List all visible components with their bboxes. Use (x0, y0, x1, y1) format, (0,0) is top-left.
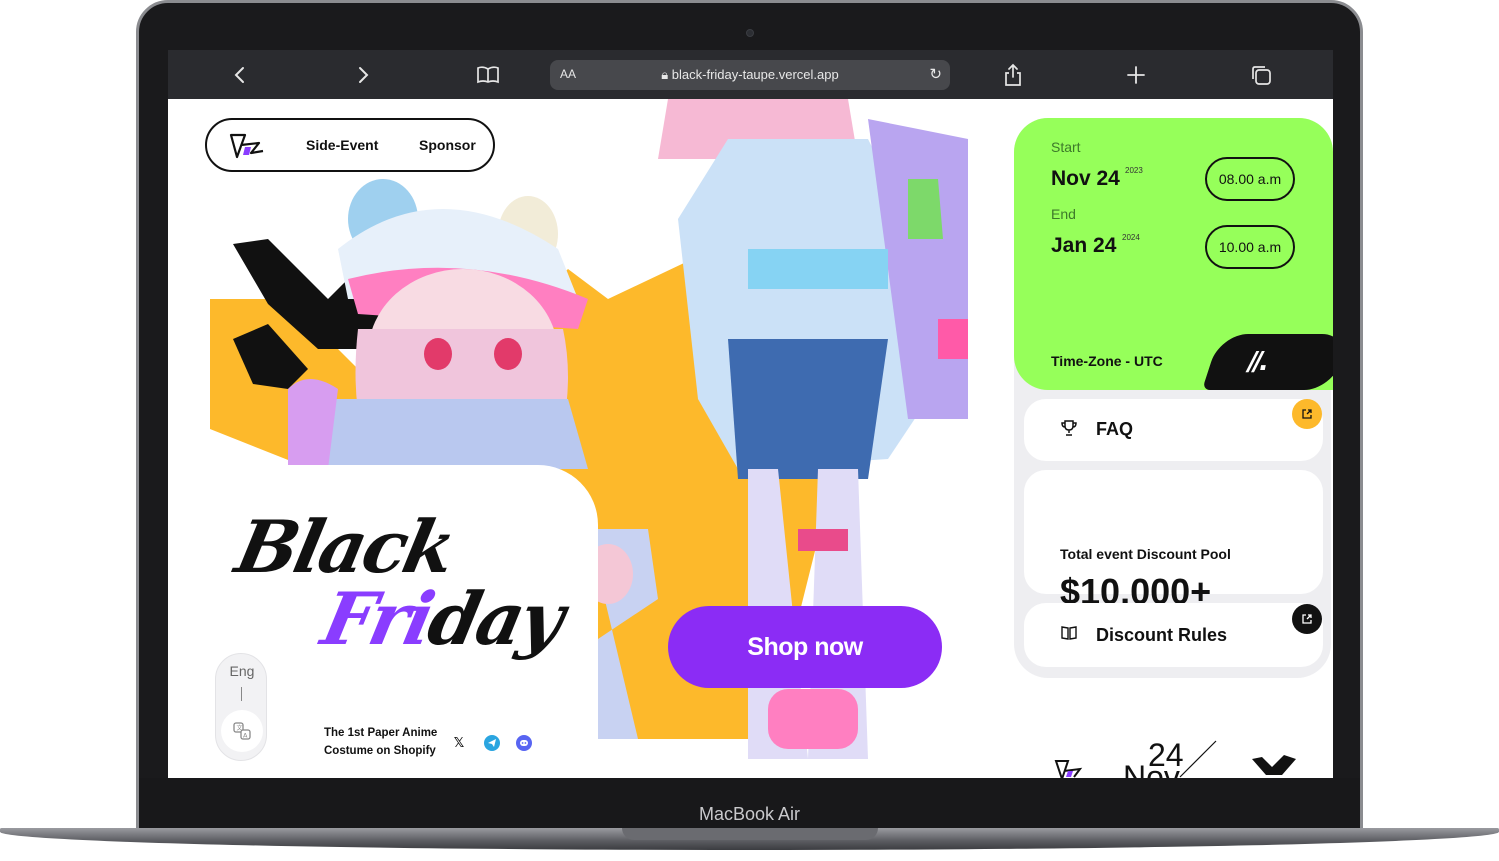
faq-card[interactable]: FAQ (1024, 399, 1323, 461)
lock-icon: 🔒︎ (661, 67, 672, 82)
tabs-icon[interactable] (1248, 62, 1274, 88)
hero-title-accent: Fri (314, 576, 440, 661)
brand-logo-icon: //. (1248, 347, 1269, 377)
device-model-label: MacBook Air (698, 804, 801, 824)
footer-mark-icon (1252, 755, 1296, 775)
start-date: Nov 24 (1051, 167, 1120, 190)
language-switcher: Eng 文A (215, 653, 267, 761)
reload-icon[interactable]: ↻ (929, 65, 942, 83)
share-icon[interactable] (1000, 62, 1026, 88)
logo-icon[interactable] (229, 131, 269, 161)
trophy-icon (1060, 419, 1078, 442)
nav-side-event[interactable]: Side-Event (306, 137, 378, 153)
pool-label: Total event Discount Pool (1060, 546, 1231, 562)
start-year: 2023 (1125, 166, 1143, 175)
laptop-notch (622, 828, 878, 840)
x-twitter-icon[interactable]: 𝕏 (451, 735, 467, 751)
hero-title-line2: Friday (315, 576, 569, 661)
svg-text:文: 文 (237, 724, 243, 732)
browser-toolbar: AA 🔒︎ black-friday-taupe.vercel.app ↻ (168, 50, 1333, 99)
start-time: 08.00 a.m (1205, 157, 1295, 201)
end-year: 2024 (1122, 233, 1140, 242)
telegram-icon[interactable] (484, 735, 500, 751)
start-label: Start (1051, 139, 1081, 155)
new-tab-icon[interactable] (1123, 62, 1149, 88)
language-separator (241, 687, 242, 701)
discount-rules-card[interactable]: Discount Rules (1024, 603, 1323, 667)
screen: AA 🔒︎ black-friday-taupe.vercel.app ↻ Si… (168, 50, 1333, 778)
rules-title: Discount Rules (1096, 625, 1228, 645)
forward-icon[interactable] (350, 62, 376, 88)
shop-now-button[interactable]: Shop now (668, 606, 942, 688)
camera-icon (746, 29, 754, 37)
discord-icon[interactable] (516, 735, 532, 751)
timezone-label: Time-Zone - UTC (1051, 353, 1163, 369)
faq-title: FAQ (1096, 419, 1134, 439)
nav-sponsor[interactable]: Sponsor (419, 137, 476, 153)
end-label: End (1051, 206, 1076, 222)
translate-icon[interactable]: 文A (221, 710, 263, 752)
tagline: The 1st Paper Anime Costume on Shopify (324, 727, 438, 757)
faq-open-icon[interactable] (1292, 399, 1322, 429)
footer-divider-line (1179, 740, 1217, 778)
hero-title-rest: day (421, 576, 570, 661)
back-icon[interactable] (227, 62, 253, 88)
end-time: 10.00 a.m (1205, 225, 1295, 269)
bookmarks-icon[interactable] (475, 62, 501, 88)
svg-text:A: A (243, 732, 248, 740)
language-label: Eng (229, 663, 255, 679)
footer-month: Nov (1123, 759, 1180, 778)
page: Side-Event Sponsor Black Friday Eng 文A T… (168, 99, 1333, 778)
rules-open-icon[interactable] (1292, 604, 1322, 634)
address-bar[interactable]: AA 🔒︎ black-friday-taupe.vercel.app ↻ (550, 60, 950, 90)
end-date: Jan 24 (1051, 234, 1117, 257)
url-text: 🔒︎ black-friday-taupe.vercel.app (661, 67, 839, 82)
footer-logo-icon (1054, 760, 1083, 778)
top-nav: Side-Event Sponsor (205, 118, 495, 172)
book-icon (1060, 625, 1078, 646)
